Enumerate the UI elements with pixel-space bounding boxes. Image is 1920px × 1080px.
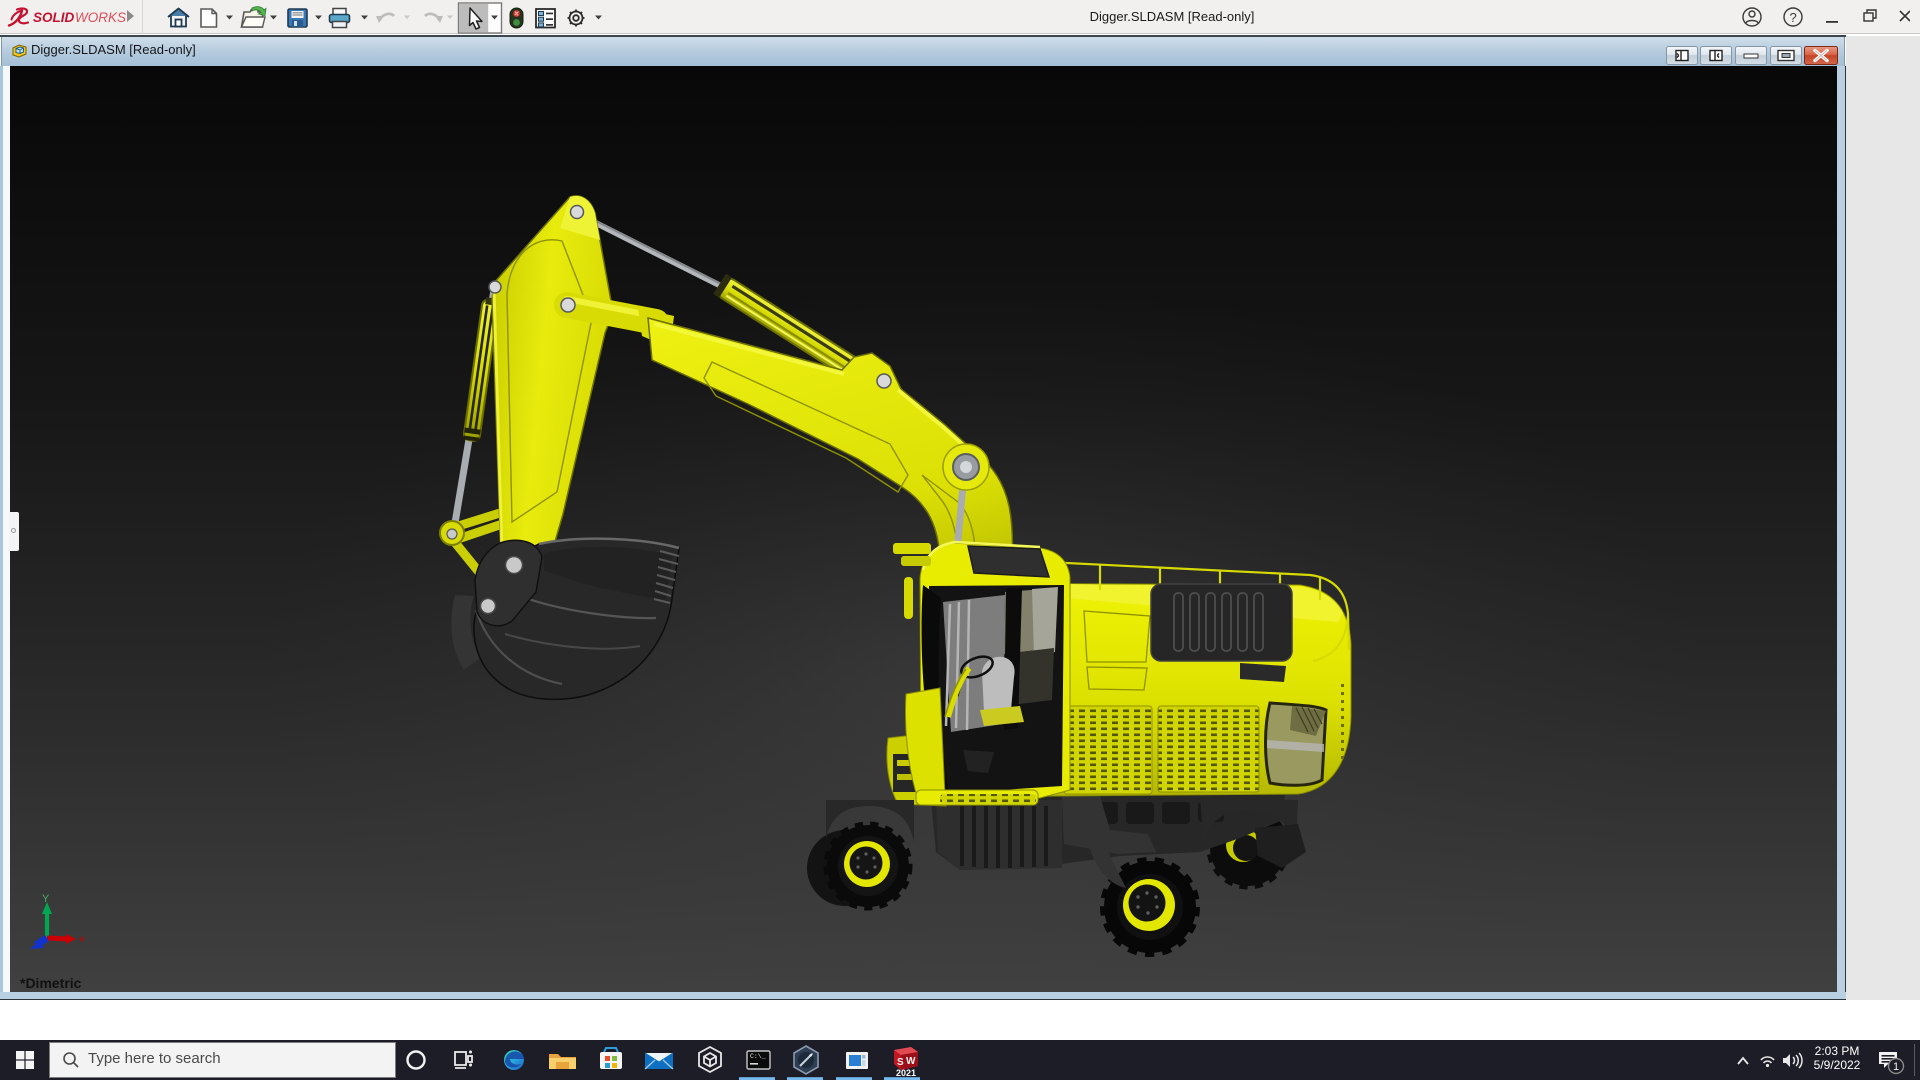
svg-text:Y: Y [42,893,50,905]
svg-text:S: S [897,1057,904,1068]
svg-text:SOLID: SOLID [33,10,75,25]
svg-text:C:\_: C:\_ [750,1053,766,1060]
svg-text:1: 1 [1893,1061,1899,1073]
svg-text:WORKS: WORKS [75,10,126,25]
svg-text:2021: 2021 [896,1068,916,1078]
svg-text:?: ? [1790,10,1797,25]
svg-text:W: W [906,1056,916,1067]
